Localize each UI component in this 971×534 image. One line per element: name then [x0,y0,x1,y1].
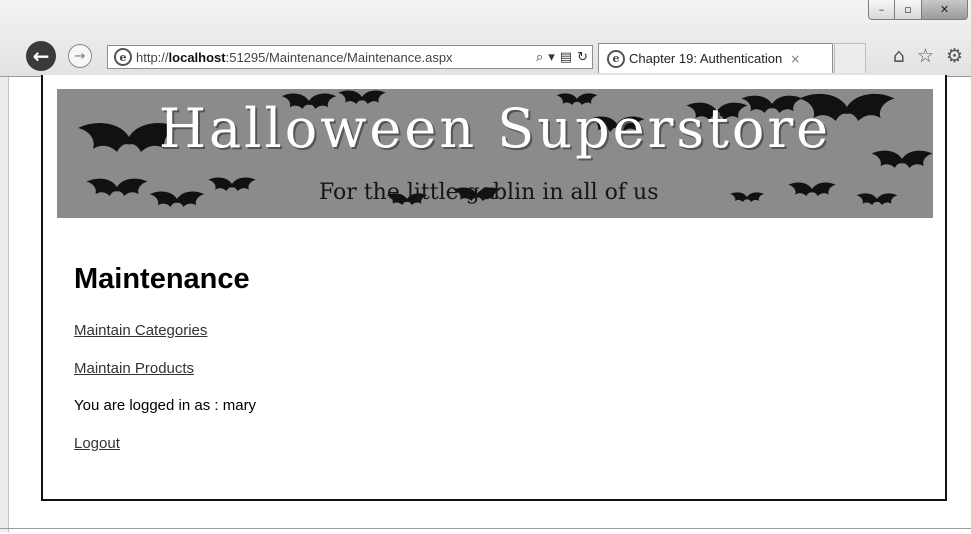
ie-tab-icon: e [607,49,625,68]
new-tab-button[interactable] [834,43,866,73]
url-text[interactable]: http://localhost:51295/Maintenance/Maint… [136,50,453,65]
banner-tagline: For the little goblin in all of us [319,180,659,205]
back-button[interactable]: ← [26,41,56,71]
maintain-categories-link[interactable]: Maintain Categories [74,322,207,339]
login-status-text: You are logged in as : mary [74,397,257,414]
minimize-button[interactable]: – [868,0,895,20]
dropdown-arrow-icon[interactable]: ▾ [548,50,555,65]
tab-close-icon[interactable]: × [790,52,800,66]
browser-chrome: – ▫ ✕ ← → e http://localhost:51295/Maint… [0,0,971,77]
compatibility-view-icon[interactable]: ▤ [560,50,572,65]
search-icon[interactable]: ⌕ [536,50,543,65]
banner-title: Halloween Superstore [158,97,832,160]
window-bottom-border [0,528,971,529]
back-arrow-icon: ← [32,44,50,68]
left-scroll-edge [0,77,9,532]
maximize-button[interactable]: ▫ [895,0,922,20]
gear-icon[interactable]: ⚙ [946,45,963,67]
browser-toolbar: ⌂ ☆ ⚙ [893,45,963,67]
forward-button[interactable]: → [68,44,92,68]
maintain-products-link[interactable]: Maintain Products [74,360,194,377]
tab-title: Chapter 19: Authentication [629,51,783,66]
logout-link[interactable]: Logout [74,435,120,452]
url-host: localhost [168,49,226,65]
url-path: :51295/Maintenance/Maintenance.aspx [225,49,453,65]
page-container: Halloween Superstore For the little gobl… [41,75,947,501]
tab-authentication[interactable]: e Chapter 19: Authentication × [598,43,833,73]
star-icon[interactable]: ☆ [917,45,934,67]
window-controls: – ▫ ✕ [868,0,968,20]
address-bar[interactable]: e http://localhost:51295/Maintenance/Mai… [107,45,593,69]
address-bar-actions: ⌕ ▾ ▤ ↻ [531,50,592,65]
page-title: Maintenance [74,263,250,295]
home-icon[interactable]: ⌂ [893,45,905,67]
forward-arrow-icon: → [74,48,86,64]
url-scheme: http:// [136,49,169,65]
close-window-button[interactable]: ✕ [922,0,968,20]
refresh-icon[interactable]: ↻ [577,50,588,65]
ie-page-icon: e [114,48,132,66]
halloween-banner: Halloween Superstore For the little gobl… [57,89,933,218]
